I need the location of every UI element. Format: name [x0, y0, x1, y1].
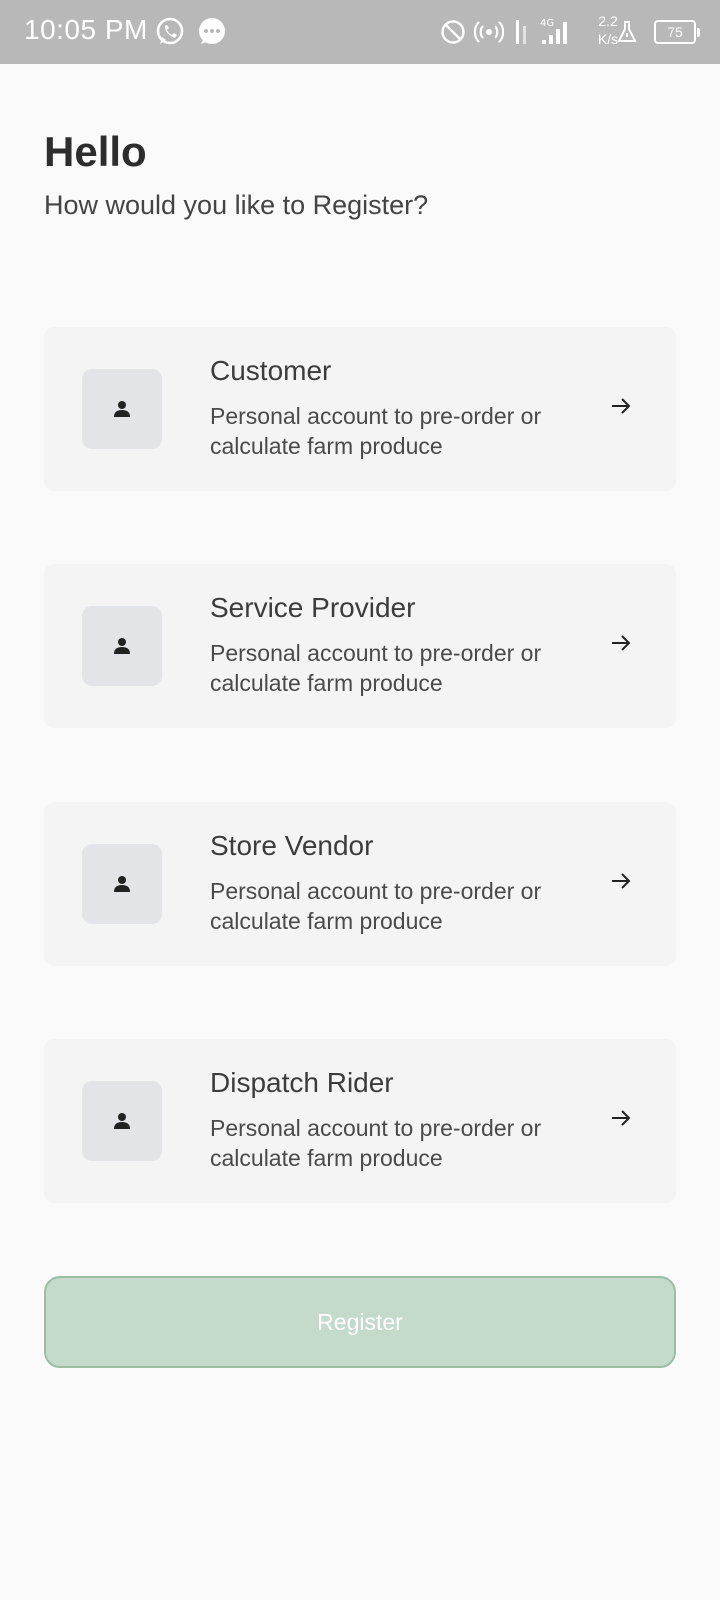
person-icon: [114, 638, 130, 654]
option-title: Dispatch Rider: [210, 1067, 394, 1098]
network-type: 4G: [540, 18, 554, 29]
signal-icon: 4G: [538, 16, 574, 46]
option-card-dispatch-rider[interactable]: Dispatch Rider Personal account to pre-o…: [44, 1039, 676, 1203]
person-icon: [114, 1113, 130, 1129]
status-time: 10:05 PM: [24, 14, 148, 45]
flask-icon: [616, 20, 638, 44]
person-icon: [114, 876, 130, 892]
person-icon: [114, 401, 130, 417]
register-button[interactable]: Register: [44, 1276, 676, 1368]
option-icon-box: [82, 844, 162, 924]
option-description: Personal account to pre-order or calcula…: [210, 403, 542, 459]
arrow-right-icon: [610, 395, 632, 417]
option-card-service-provider[interactable]: Service Provider Personal account to pre…: [44, 564, 676, 728]
option-icon-box: [82, 606, 162, 686]
data-transfer-icon: [512, 18, 532, 46]
option-description: Personal account to pre-order or calcula…: [210, 640, 542, 696]
option-description: Personal account to pre-order or calcula…: [210, 1115, 542, 1171]
page-subtitle: How would you like to Register?: [44, 190, 429, 220]
battery-icon: 75: [654, 20, 700, 44]
option-icon-box: [82, 369, 162, 449]
option-card-store-vendor[interactable]: Store Vendor Personal account to pre-ord…: [44, 802, 676, 966]
arrow-right-icon: [610, 870, 632, 892]
arrow-right-icon: [610, 1107, 632, 1129]
do-not-disturb-icon: [440, 19, 466, 45]
page-title: Hello: [44, 128, 147, 175]
option-card-customer[interactable]: Customer Personal account to pre-order o…: [44, 327, 676, 491]
option-icon-box: [82, 1081, 162, 1161]
option-description: Personal account to pre-order or calcula…: [210, 878, 542, 934]
arrow-right-icon: [610, 632, 632, 654]
whatsapp-icon: [154, 16, 186, 48]
option-title: Customer: [210, 355, 332, 386]
messages-icon: [196, 16, 228, 48]
option-title: Store Vendor: [210, 830, 374, 861]
hotspot-icon: [473, 19, 505, 45]
status-bar: 10:05 PM 4G 2.2 K/s 75: [0, 0, 720, 64]
option-title: Service Provider: [210, 592, 416, 623]
